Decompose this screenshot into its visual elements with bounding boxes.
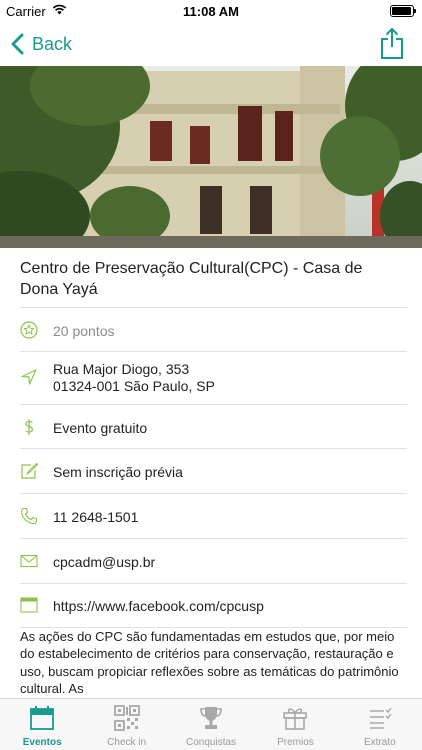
navigation-arrow-icon <box>21 369 37 385</box>
divider <box>20 307 407 308</box>
phone-number: 11 2648-1501 <box>53 509 139 525</box>
email-address: cpcadm@usp.br <box>53 554 156 570</box>
tab-extrato[interactable]: Extrato <box>338 699 422 750</box>
divider <box>20 351 407 352</box>
tab-label: Eventos <box>22 737 62 748</box>
chevron-left-icon <box>11 33 24 55</box>
divider <box>20 493 407 494</box>
nav-bar: Back <box>0 22 422 66</box>
event-description: As ações do CPC são fundamentadas em est… <box>20 629 399 696</box>
tab-premios[interactable]: Premios <box>253 699 337 750</box>
divider <box>20 448 407 449</box>
share-icon[interactable] <box>380 27 404 59</box>
divider <box>20 583 407 584</box>
event-photo <box>0 66 422 248</box>
tab-bar: Eventos Check in Conquistas Premios Extr… <box>0 698 422 750</box>
back-label: Back <box>32 33 73 54</box>
gift-icon <box>283 708 308 730</box>
tab-label: Conquistas <box>186 737 237 748</box>
dollar-icon <box>25 419 34 435</box>
browser-window-icon <box>20 597 38 613</box>
tab-check-in[interactable]: Check in <box>84 699 168 750</box>
event-title: Centro de Preservação Cultural(CPC) - Ca… <box>20 260 363 298</box>
back-button[interactable]: Back <box>10 30 72 58</box>
points-label: 20 pontos <box>53 323 115 339</box>
divider <box>20 404 407 405</box>
divider <box>20 538 407 539</box>
address-line-2: 01324-001 São Paulo, SP <box>53 378 215 394</box>
checklist-icon <box>369 707 392 729</box>
trophy-icon <box>200 707 222 729</box>
status-bar: Carrier 11:08 AM <box>0 0 422 22</box>
qr-code-icon <box>113 705 140 731</box>
tab-label: Check in <box>107 737 147 748</box>
tab-eventos[interactable]: Eventos <box>0 699 84 750</box>
calendar-icon <box>30 706 55 730</box>
tab-label: Premios <box>277 737 314 748</box>
registration-label: Sem inscrição prévia <box>53 464 183 480</box>
website-link: https://www.facebook.com/cpcusp <box>53 598 264 614</box>
phone-icon <box>20 507 38 525</box>
envelope-icon <box>20 554 38 568</box>
tab-conquistas[interactable]: Conquistas <box>169 699 253 750</box>
price-label: Evento gratuito <box>53 420 148 436</box>
star-badge-icon <box>20 321 38 339</box>
battery-level <box>392 7 411 15</box>
edit-icon <box>21 462 38 479</box>
tab-label: Extrato <box>363 737 396 748</box>
status-time: 11:08 AM <box>183 4 239 19</box>
battery-icon <box>390 5 416 17</box>
address-line-1: Rua Major Diogo, 353 <box>53 361 190 377</box>
